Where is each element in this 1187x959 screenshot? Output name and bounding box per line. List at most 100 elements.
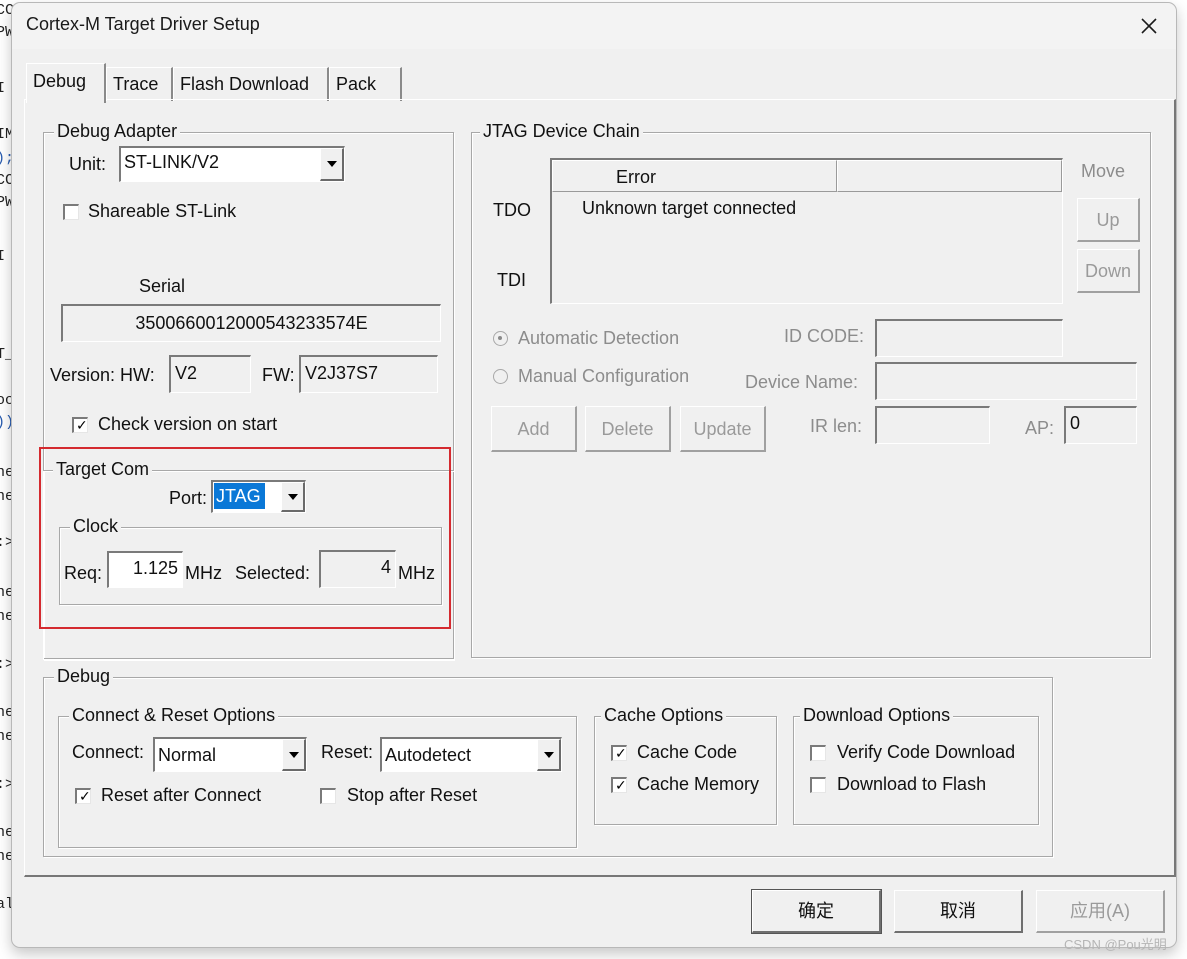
cancel-button[interactable]: 取消 [894,890,1023,933]
column-header-error[interactable]: Error [552,160,837,192]
code-fragment: I [0,80,6,97]
device-error-text: Unknown target connected [582,198,797,218]
reset-label: Reset: [321,742,374,762]
cache-memory-checkbox[interactable]: ✓ [611,777,627,793]
id-code-label: ID CODE: [784,326,865,346]
port-select[interactable]: JTAG [211,480,306,513]
dropdown-button[interactable] [282,739,306,771]
tab-trace[interactable]: Trace [106,67,173,101]
tab-debug[interactable]: Debug [26,63,106,103]
ir-len-field[interactable] [875,406,990,444]
port-label: Port: [169,488,208,508]
connect-value: Normal [158,745,217,765]
cache-options-group: Cache Options [594,704,777,825]
shareable-label: Shareable ST-Link [88,201,237,221]
stop-after-reset-label: Stop after Reset [347,785,478,805]
jtag-device-list[interactable]: Error Unknown target connected [550,158,1063,304]
selected-clock-field[interactable]: 4 [319,550,396,588]
req-clock-input[interactable]: 1.125 [107,551,183,588]
title-bar[interactable]: Cortex-M Target Driver Setup [12,3,1176,49]
hw-version-field[interactable]: V2 [169,355,251,393]
tab-label: Flash Download [180,74,310,94]
hw-version-label: Version: HW: [50,365,155,385]
verify-code-download-label: Verify Code Download [837,742,1016,762]
check-version-label: Check version on start [98,414,278,434]
checkmark-icon: ✓ [615,777,627,793]
column-header-2[interactable] [837,160,1062,192]
add-button[interactable]: Add [491,406,577,452]
ok-button[interactable]: 确定 [751,889,882,934]
stop-after-reset-checkbox[interactable] [320,788,336,804]
group-legend: JTAG Device Chain [480,120,643,142]
move-label: Move [1081,161,1126,181]
automatic-detection-label: Automatic Detection [518,328,680,348]
reset-select[interactable]: Autodetect [380,737,562,772]
download-to-flash-checkbox[interactable] [810,777,826,793]
check-version-checkbox[interactable]: ✓ [72,417,88,433]
checkmark-icon: ✓ [615,745,627,761]
update-button[interactable]: Update [680,406,766,452]
reset-after-connect-label: Reset after Connect [101,785,262,805]
tab-label: Pack [336,74,377,94]
move-up-button[interactable]: Up [1077,198,1140,242]
device-name-label: Device Name: [745,372,859,392]
verify-code-download-checkbox[interactable] [810,745,826,761]
move-down-button[interactable]: Down [1077,249,1140,293]
ap-field[interactable]: 0 [1064,406,1137,444]
tab-label: Trace [113,74,159,94]
group-legend: Debug [54,665,114,687]
checkmark-icon: ✓ [79,788,91,804]
group-legend: Target Com [53,458,153,480]
port-value: JTAG [214,483,265,509]
group-legend: Download Options [800,704,954,726]
fw-version-field[interactable]: V2J37S7 [299,355,438,393]
reset-value: Autodetect [385,745,472,765]
connect-reset-group: Connect & Reset Options [58,704,577,848]
dropdown-button[interactable] [281,482,305,512]
group-legend: Connect & Reset Options [69,704,279,726]
shareable-checkbox[interactable] [63,204,79,220]
reset-after-connect-checkbox[interactable]: ✓ [75,788,91,804]
connect-select[interactable]: Normal [153,737,307,772]
code-fragment: I [0,248,6,265]
group-legend: Debug Adapter [54,120,181,142]
list-item[interactable]: Unknown target connected [582,198,796,219]
cache-code-checkbox[interactable]: ✓ [611,745,627,761]
unit-label: Unit: [69,154,107,174]
delete-button[interactable]: Delete [585,406,671,452]
tdo-label: TDO [493,200,531,220]
req-label: Req: [64,563,103,583]
watermark: CSDN @Pou光明 [1064,937,1167,952]
selected-unit: MHz [398,563,435,583]
dropdown-button[interactable] [320,148,344,181]
chevron-down-icon [288,493,298,500]
group-legend: Clock [70,515,122,537]
close-button[interactable] [1134,11,1164,41]
serial-field[interactable]: 3500660012000543233574E [61,304,441,342]
apply-button[interactable]: 应用(A) [1036,890,1165,933]
connect-label: Connect: [72,742,145,762]
id-code-field[interactable] [875,319,1063,357]
target-driver-setup-dialog: Cortex-M Target Driver Setup Debug Trace… [11,2,1177,948]
chevron-down-icon [289,751,299,758]
column-header-label: Error [616,167,656,187]
automatic-detection-radio[interactable] [493,331,508,346]
checkmark-icon: ✓ [76,417,88,433]
ap-label: AP: [1025,418,1055,438]
cache-memory-label: Cache Memory [637,774,760,794]
manual-configuration-radio[interactable] [493,369,508,384]
dropdown-button[interactable] [537,739,561,771]
device-name-field[interactable] [875,362,1137,400]
tab-label: Debug [33,71,87,91]
cache-code-label: Cache Code [637,742,738,762]
download-options-group: Download Options [793,704,1039,825]
unit-value: ST-LINK/V2 [124,152,220,172]
tab-flash-download[interactable]: Flash Download [173,67,329,101]
serial-label: Serial [139,276,186,296]
unit-select[interactable]: ST-LINK/V2 [119,146,345,182]
req-unit: MHz [185,563,222,583]
tdi-label: TDI [497,270,526,290]
close-icon [1141,18,1157,34]
chevron-down-icon [327,161,337,167]
tab-pack[interactable]: Pack [329,67,402,101]
